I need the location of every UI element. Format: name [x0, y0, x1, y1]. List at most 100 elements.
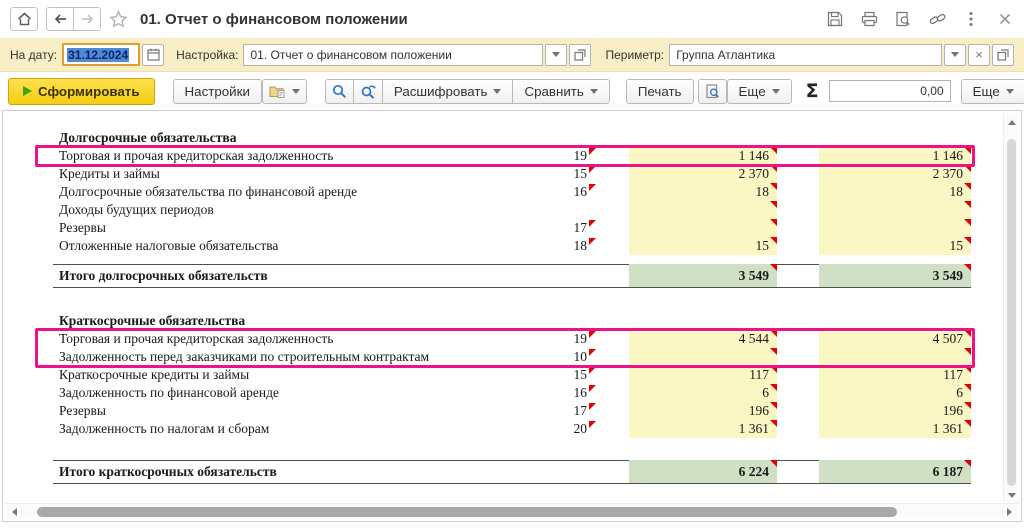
row-spacer [5, 255, 1002, 264]
date-field: 31.12.2024 [62, 43, 165, 66]
value-cell-period1[interactable]: 117 [629, 366, 777, 384]
note-marker-icon [589, 349, 596, 356]
vertical-scroll-thumb[interactable] [1007, 139, 1016, 486]
scroll-right-icon[interactable] [1007, 508, 1012, 516]
compare-button[interactable]: Сравнить [512, 78, 610, 104]
table-row[interactable]: Краткосрочные кредиты и займы 15 117 117 [39, 366, 971, 384]
save-settings-button[interactable] [261, 78, 307, 104]
table-row[interactable]: Торговая и прочая кредиторская задолженн… [39, 147, 971, 165]
more-menu-icon[interactable] [962, 10, 980, 28]
total-row[interactable]: Итого краткосрочных обязательств 6 224 6 1… [39, 460, 971, 484]
table-row[interactable]: Долгосрочные обязательства по финансовой… [39, 183, 971, 201]
perimeter-open-button[interactable] [992, 43, 1014, 66]
table-row[interactable]: Задолженность по финансовой аренде 16 6 6 [39, 384, 971, 402]
note-marker-icon [770, 183, 777, 190]
folder-settings-icon [269, 84, 286, 98]
calendar-button[interactable] [142, 43, 165, 66]
value-cell-period2[interactable]: 6 [819, 384, 971, 402]
title-bar: 01. Отчет о финансовом положении [0, 0, 1024, 38]
cell-value: 3 549 [932, 268, 963, 283]
print-preview-button[interactable] [697, 78, 727, 104]
value-cell-period2[interactable]: 4 507 [819, 330, 971, 348]
value-cell-period2[interactable]: 117 [819, 366, 971, 384]
vertical-scrollbar[interactable] [1003, 113, 1019, 502]
row-marker-cell [587, 165, 613, 183]
value-cell-period1[interactable] [629, 219, 777, 237]
value-cell-period2[interactable]: 18 [819, 183, 971, 201]
total-value-period2[interactable]: 3 549 [819, 264, 971, 288]
total-value-period1[interactable]: 6 224 [629, 460, 777, 484]
value-cell-period2[interactable]: 15 [819, 237, 971, 255]
perimeter-dropdown-button[interactable] [944, 43, 966, 66]
preview-icon[interactable] [894, 10, 912, 28]
table-row[interactable]: Доходы будущих периодов [39, 201, 971, 219]
value-cell-period2[interactable]: 196 [819, 402, 971, 420]
home-button[interactable] [10, 7, 38, 31]
value-cell-period1[interactable]: 6 [629, 384, 777, 402]
print-icon[interactable] [860, 10, 878, 28]
setting-dropdown-button[interactable] [545, 43, 568, 66]
value-cell-period1[interactable] [629, 348, 777, 366]
table-row[interactable]: Отложенные налоговые обязательства 18 15 15 [39, 237, 971, 255]
print-button[interactable]: Печать [625, 78, 694, 104]
value-cell-period1[interactable]: 15 [629, 237, 777, 255]
date-value: 31.12.2024 [67, 47, 130, 62]
horizontal-scroll-thumb[interactable] [37, 507, 897, 517]
total-value-period2[interactable]: 6 187 [819, 460, 971, 484]
decipher-button[interactable]: Расшифровать [381, 78, 514, 104]
search-icon [332, 84, 347, 99]
close-icon[interactable] [996, 10, 1014, 28]
cell-value: 3 549 [738, 268, 769, 283]
value-cell-period2[interactable]: 1 146 [819, 147, 971, 165]
table-row[interactable]: Торговая и прочая кредиторская задолженн… [39, 330, 971, 348]
value-cell-period1[interactable]: 1 146 [629, 147, 777, 165]
scroll-down-icon[interactable] [1008, 493, 1016, 498]
search-next-button[interactable] [352, 78, 383, 104]
value-cell-period2[interactable] [819, 219, 971, 237]
row-marker-cell [587, 384, 613, 402]
setting-combo[interactable]: 01. Отчет о финансовом положении [243, 43, 544, 66]
generate-button[interactable]: Сформировать [8, 77, 155, 105]
value-cell-period1[interactable]: 196 [629, 402, 777, 420]
value-cell-period1[interactable]: 1 361 [629, 420, 777, 438]
table-row[interactable]: Кредиты и займы 15 2 370 2 370 [39, 165, 971, 183]
perimeter-clear-button[interactable]: × [968, 43, 990, 66]
favorite-star-icon[interactable] [109, 10, 128, 28]
value-cell-period1[interactable]: 18 [629, 183, 777, 201]
search-button[interactable] [324, 78, 354, 104]
value-cell-period1[interactable]: 2 370 [629, 165, 777, 183]
more-button[interactable]: Еще [726, 78, 792, 104]
total-value-period1[interactable]: 3 549 [629, 264, 777, 288]
settings-button[interactable]: Настройки [172, 78, 262, 104]
value-cell-period2[interactable] [819, 201, 971, 219]
table-row[interactable]: Резервы 17 [39, 219, 971, 237]
date-input[interactable]: 31.12.2024 [62, 43, 141, 66]
table-row[interactable]: Задолженность перед заказчиками по строи… [39, 348, 971, 366]
value-cell-period2[interactable] [819, 348, 971, 366]
back-button[interactable] [46, 7, 74, 31]
open-icon [574, 48, 587, 61]
value-cell-period1[interactable]: 4 544 [629, 330, 777, 348]
save-icon[interactable] [826, 10, 844, 28]
scroll-left-icon[interactable] [12, 508, 17, 516]
row-marker-cell [587, 420, 613, 438]
setting-open-button[interactable] [569, 43, 592, 66]
note-marker-icon [964, 460, 971, 467]
table-row[interactable]: Задолженность по налогам и сборам 20 1 361… [39, 420, 971, 438]
sum-input[interactable] [828, 80, 951, 102]
horizontal-scrollbar[interactable] [5, 503, 1019, 519]
table-row[interactable]: Резервы 17 196 196 [39, 402, 971, 420]
scroll-up-icon[interactable] [1008, 120, 1016, 125]
note-marker-icon [589, 367, 596, 374]
perimeter-combo[interactable]: Группа Атлантика [669, 43, 942, 66]
forward-arrow-icon [80, 13, 95, 25]
total-row[interactable]: Итого долгосрочных обязательств 3 549 3 54… [39, 264, 971, 288]
more-button-2[interactable]: Еще [960, 78, 1024, 104]
value-cell-period2[interactable]: 2 370 [819, 165, 971, 183]
forward-button[interactable] [73, 7, 101, 31]
row-marker-cell [587, 237, 613, 255]
link-icon[interactable] [928, 10, 946, 28]
chevron-down-icon [951, 52, 959, 57]
value-cell-period2[interactable]: 1 361 [819, 420, 971, 438]
value-cell-period1[interactable] [629, 201, 777, 219]
